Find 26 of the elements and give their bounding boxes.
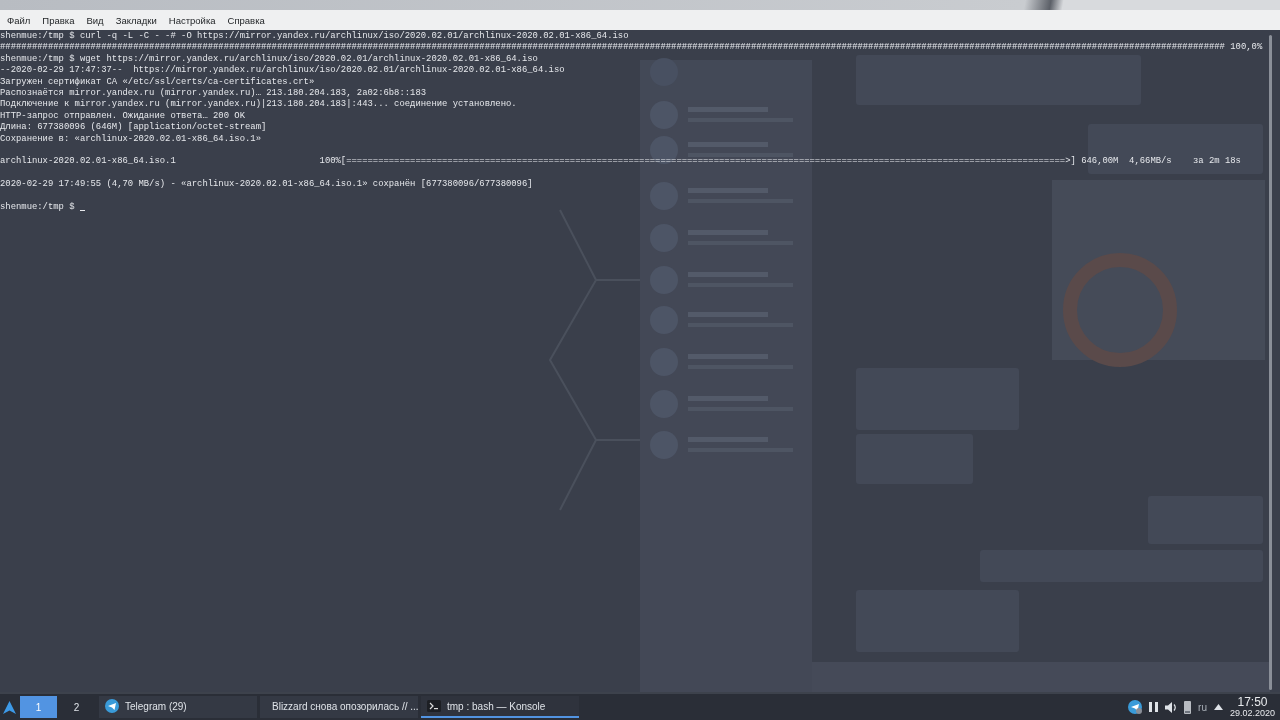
task-button[interactable]: Blizzard снова опозорилась // ... [260, 696, 418, 718]
menu-item[interactable]: Файл [1, 12, 37, 28]
menu-item[interactable]: Настройка [162, 12, 222, 28]
terminal-line: ###################################################################################################################################################################################################################################### 100,0% [0, 42, 1264, 54]
terminal-line: --2020-02-29 17:47:37-- https://mirror.yandex.ru/archlinux/iso/2020.02.01/archlinux-2020.02.01-x86_64.iso [0, 65, 566, 77]
clock-date[interactable]: 29.02.2020 [1229, 709, 1275, 718]
terminal-line: Сохранение в: «archlinux-2020.02.01-x86_64.iso.1» [0, 133, 262, 145]
clock-time[interactable]: 17:50 [1237, 696, 1268, 708]
terminal-line: 2020-02-29 17:49:55 (4,70 MB/s) - «archlinux-2020.02.01-x86_64.iso.1» сохранён [677380096/677380096] [0, 179, 534, 191]
terminal-line: HTTP-запрос отправлен. Ожидание ответа… 200 OK [0, 110, 246, 122]
desktop-button[interactable]: 2 [58, 696, 95, 718]
terminal-line: archlinux-2020.02.01-x86_64.iso.1 100%[=======================================================================================================================================>] 646,00M 4,66MB/s за 2m 18s [0, 156, 1242, 168]
keyboard-layout[interactable]: ru [1198, 701, 1207, 713]
task-button[interactable]: Telegram (29) [99, 696, 257, 718]
task-button[interactable]: tmp : bash — Konsole [421, 696, 579, 718]
terminal-line: Длина: 677380096 (646M) [application/octet-stream] [0, 122, 268, 134]
terminal-line: Распознаётся mirror.yandex.ru (mirror.yandex.ru)… 213.180.204.183, 2a02:6b8::183 [0, 87, 428, 99]
menu-item[interactable]: Закладки [109, 12, 163, 28]
terminal-line: Подключение к mirror.yandex.ru (mirror.yandex.ru)|213.180.204.183|:443... соединение установлено. [0, 99, 518, 111]
menu-item[interactable]: Справка [221, 12, 271, 28]
menu-item[interactable]: Правка [36, 12, 81, 28]
menu-item[interactable]: Вид [80, 12, 110, 28]
terminal-line: Загружен сертификат CA «/etc/ssl/certs/ca-certificates.crt» [0, 76, 316, 88]
terminal-line: shenmue:/tmp $ curl -q -L -C - -# -O https://mirror.yandex.ru/archlinux/iso/2020.02.01/archlinux-2020.02.01-x86_64.iso [0, 31, 630, 43]
terminal-prompt: shenmue:/tmp $ [0, 201, 76, 214]
terminal-line: shenmue:/tmp $ wget https://mirror.yandex.ru/archlinux/iso/2020.02.01/archlinux-2020.02.01-x86_64.iso [0, 53, 539, 65]
